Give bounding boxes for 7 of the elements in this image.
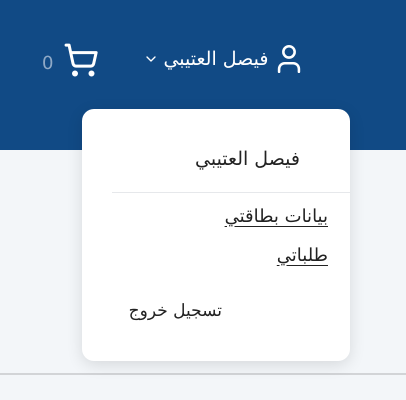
cart-icon[interactable] <box>63 42 100 78</box>
logout-button[interactable]: تسجيل خروج <box>128 298 222 324</box>
menu-link[interactable]: بيانات بطاقتي <box>224 202 328 230</box>
menu-link[interactable]: طلباتي <box>276 242 328 268</box>
user-menu-button[interactable]: فيصل العتيبي <box>143 42 306 76</box>
cart-count: 0 <box>42 52 54 76</box>
menu-user-name: فيصل العتيبي <box>194 147 300 172</box>
